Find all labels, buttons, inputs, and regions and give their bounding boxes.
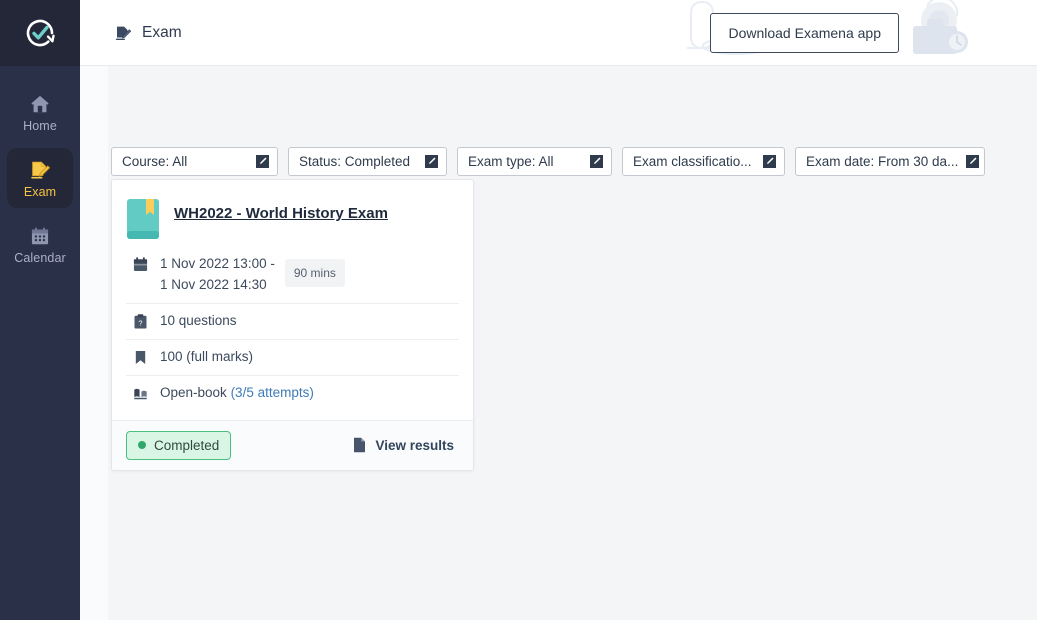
exam-book-type-label: Open-book <box>160 384 227 400</box>
sidebar-item-label: Calendar <box>14 251 66 265</box>
content-left-strip <box>80 66 108 620</box>
view-results-button[interactable]: View results <box>353 437 454 453</box>
exam-datetime: 1 Nov 2022 13:00 - 1 Nov 2022 14:30 <box>160 254 275 296</box>
book-bookmark-icon <box>127 199 159 239</box>
main-area: Exam Download Examena app Course: All St… <box>80 0 1037 620</box>
view-results-label: View results <box>375 437 454 453</box>
filter-label: Exam type: All <box>468 154 554 169</box>
edit-pencil-icon <box>590 155 603 168</box>
sidebar-item-label: Exam <box>23 185 57 199</box>
sidebar-item-calendar[interactable]: Calendar <box>7 214 73 274</box>
app-logo[interactable] <box>0 0 80 66</box>
exam-card-footer: Completed View results <box>112 419 473 470</box>
sidebar-nav: Home Exam Calendar <box>0 66 80 280</box>
status-badge-label: Completed <box>154 437 220 453</box>
file-icon <box>354 437 366 453</box>
exam-datetime-end: 1 Nov 2022 14:30 <box>160 276 267 292</box>
topbar: Exam Download Examena app <box>80 0 1037 66</box>
sidebar: Home Exam Calendar <box>0 0 80 620</box>
filter-exam-date[interactable]: Exam date: From 30 da... <box>795 147 985 176</box>
filter-exam-type[interactable]: Exam type: All <box>457 147 612 176</box>
exam-info-booktype: Open-book (3/5 attempts) <box>126 374 459 411</box>
exam-book-type: Open-book (3/5 attempts) <box>160 383 314 404</box>
exam-pencil-icon <box>31 161 50 179</box>
status-badge: Completed <box>126 430 232 460</box>
exam-info-list: 1 Nov 2022 13:00 - 1 Nov 2022 14:30 90 m… <box>126 252 459 411</box>
page-header: Exam <box>114 24 182 42</box>
svg-text:?: ? <box>138 318 142 327</box>
exam-datetime-start: 1 Nov 2022 13:00 - <box>160 256 275 271</box>
filter-label: Course: All <box>122 154 188 169</box>
exam-title-link[interactable]: WH2022 - World History Exam <box>174 205 388 223</box>
exam-info-questions: ? 10 questions <box>126 302 459 339</box>
edit-pencil-icon <box>966 155 980 168</box>
calendar-icon <box>31 227 49 245</box>
filter-exam-classification[interactable]: Exam classificatio... <box>622 147 785 176</box>
open-book-icon <box>134 388 147 399</box>
filter-bar: Course: All Status: Completed Exam type:… <box>111 147 985 176</box>
page-title: Exam <box>142 23 182 41</box>
filter-status[interactable]: Status: Completed <box>288 147 447 176</box>
edit-pencil-icon <box>425 155 438 168</box>
edit-pencil-icon <box>763 155 776 168</box>
edit-pencil-icon <box>256 155 269 168</box>
home-icon <box>31 95 49 113</box>
filter-label: Status: Completed <box>299 154 411 169</box>
exam-duration-badge: 90 mins <box>284 259 345 287</box>
exam-full-marks: 100 (full marks) <box>160 348 254 364</box>
exam-pencil-icon <box>115 26 132 40</box>
exam-question-count: 10 questions <box>160 312 237 328</box>
exam-card-body: WH2022 - World History Exam 1 Nov 2022 1… <box>112 180 473 411</box>
sidebar-item-exam[interactable]: Exam <box>7 148 73 208</box>
exam-attempts[interactable]: (3/5 attempts) <box>231 385 314 400</box>
filter-label: Exam date: From 30 da... <box>806 154 959 169</box>
app-root: Home Exam Calendar Exam Download Examena… <box>0 0 1037 620</box>
topbar-actions: Download Examena app <box>710 12 899 53</box>
exam-card-header: WH2022 - World History Exam <box>126 196 459 240</box>
content-area: Course: All Status: Completed Exam type:… <box>80 66 1037 620</box>
exam-info-datetime: 1 Nov 2022 13:00 - 1 Nov 2022 14:30 90 m… <box>126 252 459 303</box>
status-dot-icon <box>138 441 146 450</box>
bookmark-icon <box>135 350 146 364</box>
clipboard-question-icon: ? <box>134 314 147 329</box>
sidebar-item-label: Home <box>23 119 57 133</box>
filter-course[interactable]: Course: All <box>111 147 278 176</box>
download-app-button[interactable]: Download Examena app <box>710 12 899 53</box>
calendar-icon <box>133 257 148 271</box>
exam-card[interactable]: WH2022 - World History Exam 1 Nov 2022 1… <box>111 179 474 471</box>
filter-label: Exam classificatio... <box>633 154 752 169</box>
sidebar-item-home[interactable]: Home <box>7 82 73 142</box>
checkmark-refresh-logo <box>26 19 55 47</box>
exam-info-marks: 100 (full marks) <box>126 338 459 375</box>
datetime-group: 1 Nov 2022 13:00 - 1 Nov 2022 14:30 90 m… <box>160 254 345 296</box>
